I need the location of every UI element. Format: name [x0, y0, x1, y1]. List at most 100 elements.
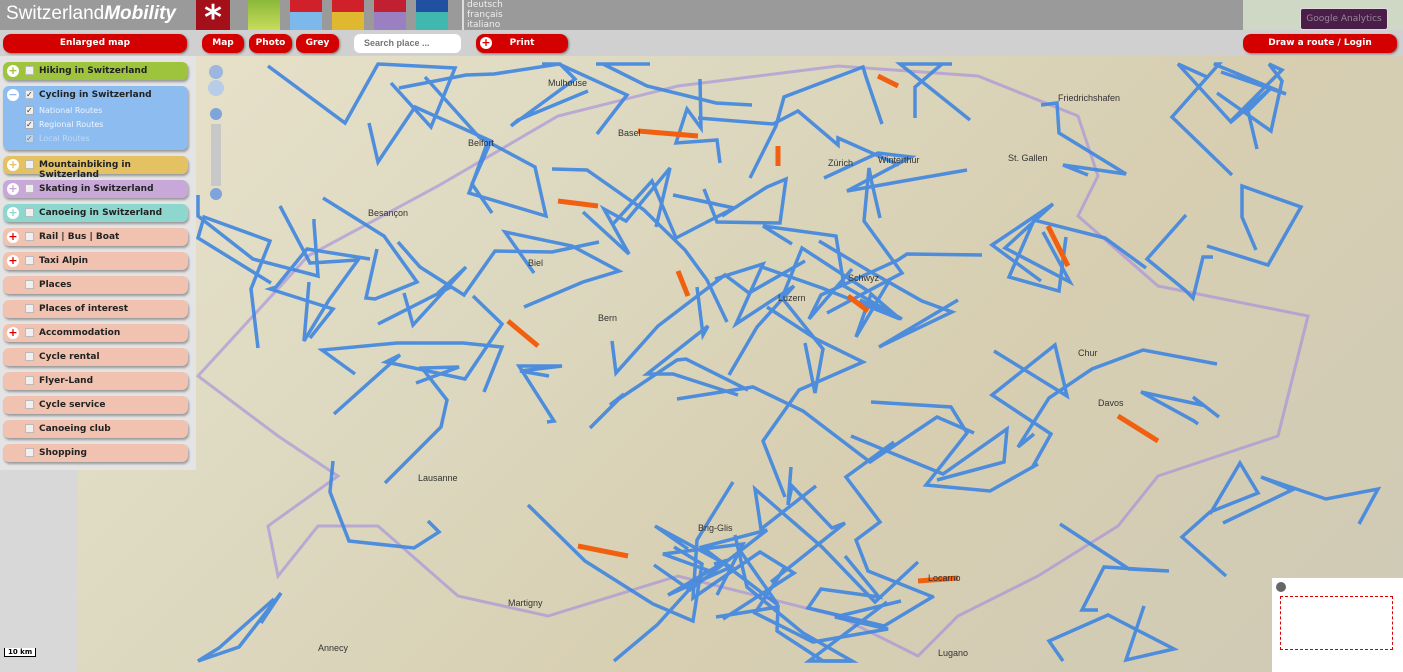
layer-checkbox[interactable] — [25, 208, 34, 217]
place-label: Martigny — [508, 598, 543, 608]
cycle-route — [195, 214, 273, 349]
layer-checkbox[interactable] — [25, 256, 34, 265]
search-place-input[interactable] — [354, 34, 461, 53]
collapse-icon[interactable]: − — [7, 89, 19, 101]
zoom-control[interactable] — [206, 62, 226, 222]
layer-label: Hiking in Switzerland — [39, 66, 148, 76]
layer-checkbox[interactable] — [25, 424, 34, 433]
expand-icon[interactable]: + — [7, 65, 19, 77]
cycle-route — [1040, 101, 1127, 177]
hiking-tile-icon[interactable] — [248, 0, 280, 30]
place-label: Basel — [618, 128, 641, 138]
lang-it[interactable]: italiano — [467, 20, 503, 30]
subitem-checkbox[interactable]: ✓ — [25, 134, 34, 143]
layer-checkbox[interactable] — [25, 66, 34, 75]
cycle-route — [676, 385, 975, 465]
swiss-cross-icon[interactable]: * — [196, 0, 230, 30]
layer-checkbox[interactable] — [25, 304, 34, 313]
layer-item[interactable]: + Rail | Bus | Boat — [3, 228, 188, 246]
subitem-label: National Routes — [39, 106, 103, 115]
layer-item[interactable]: + Accommodation — [3, 324, 188, 342]
pan-up-icon — [209, 65, 223, 79]
expand-icon[interactable]: + — [7, 327, 19, 339]
photo-view-button[interactable]: Photo — [249, 34, 292, 53]
layer-item[interactable]: Cycle service — [3, 396, 188, 414]
route-overlay: Mulhouse Basel Belfort Zürich Besançon Bern Lu… — [195, 62, 1382, 663]
layer-item[interactable]: Flyer-Land — [3, 372, 188, 390]
enlarged-map-button[interactable]: Enlarged map — [3, 34, 187, 53]
layer-item[interactable]: Places — [3, 276, 188, 294]
map-canvas[interactable]: Mulhouse Basel Belfort Zürich Besançon Bern Lu… — [78, 56, 1403, 672]
layer-checkbox[interactable] — [25, 160, 34, 169]
place-label: Lausanne — [418, 473, 458, 483]
layer-checkbox[interactable] — [25, 328, 34, 337]
layer-label: Taxi Alpin — [39, 256, 89, 266]
print-button[interactable]: + Print — [476, 34, 568, 53]
canoeing-tile-icon[interactable] — [416, 0, 448, 30]
layer-item[interactable]: Cycle rental — [3, 348, 188, 366]
skating-tile-icon[interactable] — [374, 0, 406, 30]
layer-checkbox[interactable] — [25, 232, 34, 241]
layer-checkbox[interactable] — [25, 184, 34, 193]
layer-checkbox[interactable] — [25, 280, 34, 289]
layer-checkbox[interactable] — [25, 376, 34, 385]
expand-icon[interactable]: + — [7, 207, 19, 219]
layer-item[interactable]: Places of interest — [3, 300, 188, 318]
expand-icon[interactable]: + — [7, 159, 19, 171]
cycling-subitem[interactable]: ✓ Local Routes — [25, 134, 90, 144]
layer-item[interactable]: + Mountainbiking in Switzerland — [3, 156, 188, 180]
cycling-tile-icon[interactable] — [290, 0, 322, 30]
layer-item[interactable]: + Taxi Alpin — [3, 252, 188, 270]
highlighted-route — [557, 198, 599, 209]
cycling-subitem[interactable]: ✓ Regional Routes — [25, 120, 103, 130]
cycle-route — [367, 104, 494, 214]
lang-fr[interactable]: français — [467, 10, 503, 20]
highlighted-route — [1116, 413, 1160, 444]
highlighted-route — [637, 128, 699, 139]
minimap-viewport[interactable] — [1280, 596, 1393, 650]
expand-icon[interactable]: + — [7, 183, 19, 195]
layer-item[interactable]: Canoeing club — [3, 420, 188, 438]
layer-item[interactable]: + Skating in Switzerland — [3, 180, 188, 198]
layer-label: Canoeing in Switzerland — [39, 208, 163, 218]
layer-item[interactable]: + Hiking in Switzerland — [3, 62, 188, 80]
mountainbike-tile-icon[interactable] — [332, 0, 364, 30]
draw-route-login-button[interactable]: Draw a route / Login — [1243, 34, 1397, 53]
subitem-checkbox[interactable]: ✓ — [25, 106, 34, 115]
layer-label: Accommodation — [39, 328, 121, 338]
grey-view-button[interactable]: Grey — [296, 34, 339, 53]
map-view-button[interactable]: Map — [202, 34, 244, 53]
language-menu: deutsch français italiano — [462, 0, 503, 30]
lang-de[interactable]: deutsch — [467, 0, 503, 10]
logo[interactable]: SwitzerlandMobility — [6, 3, 176, 25]
layer-checkbox[interactable] — [25, 448, 34, 457]
expand-icon[interactable]: + — [7, 255, 19, 267]
print-label: Print — [509, 38, 535, 48]
place-label: Bern — [598, 313, 617, 323]
layer-item[interactable]: − ✓ Cycling in Switzerland ✓ National Routes… — [3, 86, 188, 150]
expand-icon[interactable]: + — [7, 231, 19, 243]
cycle-route — [596, 62, 753, 107]
layer-item[interactable]: Shopping — [3, 444, 188, 462]
google-analytics-button[interactable]: Google Analytics — [1300, 8, 1388, 30]
layer-label: Cycling in Switzerland — [39, 90, 152, 100]
layer-checkbox[interactable]: ✓ — [25, 90, 34, 99]
cycling-subitem[interactable]: ✓ National Routes — [25, 106, 102, 116]
place-label: Friedrichshafen — [1058, 93, 1120, 103]
zoom-in-icon — [210, 108, 222, 120]
logo-text-bold: Mobility — [104, 3, 176, 24]
layer-checkbox[interactable] — [25, 352, 34, 361]
cycle-route — [1206, 183, 1304, 268]
place-label: Brig-Glis — [698, 523, 733, 533]
layer-checkbox[interactable] — [25, 400, 34, 409]
subitem-label: Regional Routes — [39, 120, 104, 129]
minimap-toggle-icon[interactable] — [1276, 582, 1286, 592]
place-label: Winterthur — [878, 155, 920, 165]
layer-item[interactable]: + Canoeing in Switzerland — [3, 204, 188, 222]
overview-minimap[interactable] — [1272, 578, 1403, 672]
subitem-checkbox[interactable]: ✓ — [25, 120, 34, 129]
layer-label: Mountainbiking in Switzerland — [39, 160, 131, 180]
place-label: Zürich — [828, 158, 853, 168]
cycle-route — [377, 265, 468, 329]
cycle-route — [1140, 390, 1221, 426]
